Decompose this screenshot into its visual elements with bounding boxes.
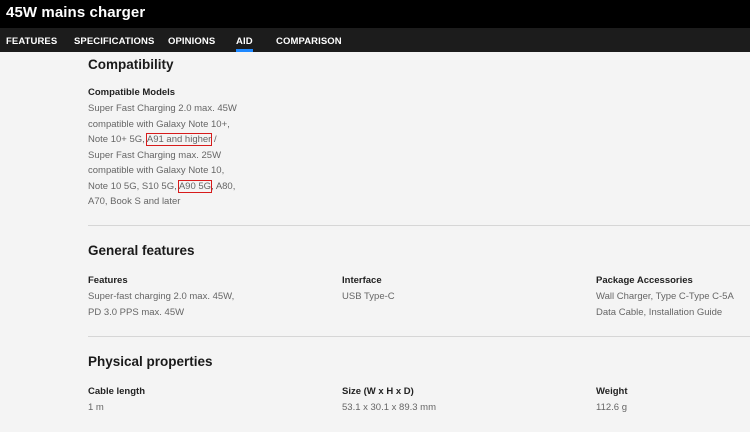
page-title: 45W mains charger: [6, 4, 146, 21]
cable-length-value: 1 m: [88, 402, 104, 413]
tab-comparison[interactable]: COMPARISON: [276, 36, 342, 48]
tab-features[interactable]: FEATURES: [6, 36, 57, 48]
section-nav: FEATURES SPECIFICATIONS OPINIONS AID COM…: [0, 28, 750, 52]
package-accessories-value: Wall Charger, Type C-Type C-5A Data Cabl…: [596, 291, 734, 318]
highlight-a90: A90 5G: [177, 179, 213, 193]
section-divider: [88, 225, 750, 226]
top-bar: 45W mains charger: [0, 0, 750, 28]
general-features-title: General features: [88, 243, 195, 258]
section-divider: [88, 336, 750, 337]
tab-opinions[interactable]: OPINIONS: [168, 36, 215, 48]
weight-label: Weight: [596, 386, 628, 397]
cable-length-label: Cable length: [88, 386, 146, 397]
compatible-models-value: Super Fast Charging 2.0 max. 45W compati…: [88, 101, 240, 210]
features-value: Super-fast charging 2.0 max. 45W, PD 3.0…: [88, 291, 235, 318]
interface-label: Interface: [342, 275, 382, 286]
tab-aid[interactable]: AID: [236, 36, 253, 52]
physical-properties-title: Physical properties: [88, 354, 213, 369]
interface-value: USB Type-C: [342, 291, 395, 302]
size-value: 53.1 x 30.1 x 89.3 mm: [342, 402, 436, 413]
highlight-a91: A91 and higher: [145, 133, 213, 146]
package-accessories-label: Package Accessories: [596, 275, 693, 286]
weight-value: 112.6 g: [596, 402, 627, 413]
compatible-models-label: Compatible Models: [88, 87, 176, 98]
tab-specifications[interactable]: SPECIFICATIONS: [74, 36, 154, 48]
compatibility-title: Compatibility: [88, 57, 174, 72]
size-label: Size (W x H x D): [342, 386, 414, 397]
features-label: Features: [88, 275, 128, 286]
